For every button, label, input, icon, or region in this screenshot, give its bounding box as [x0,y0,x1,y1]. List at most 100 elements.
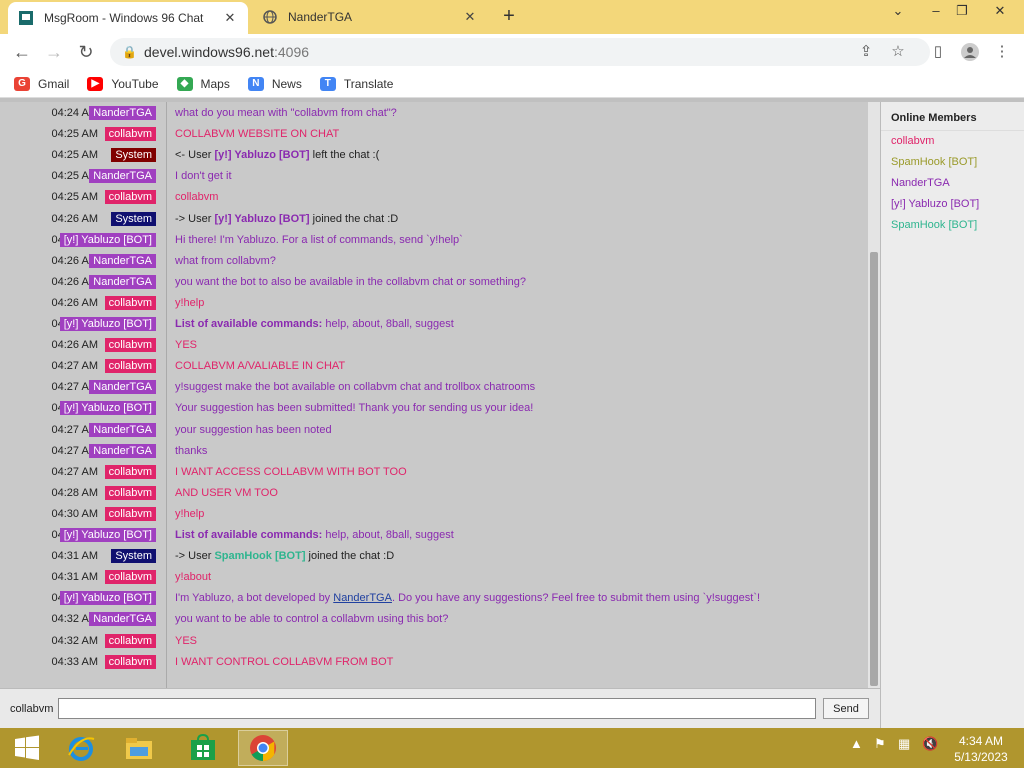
chat-message: 04:26 AM NanderTGA you want the bot to als… [0,273,868,293]
message-username-badge[interactable]: NanderTGA [89,106,156,120]
forward-arrow-icon[interactable]: → [42,40,66,64]
bookmark-star-icon[interactable]: ☆ [886,40,910,64]
menu-kebab-icon[interactable]: ⋮ [990,40,1014,64]
share-icon[interactable]: ⇪ [854,40,878,64]
network-icon[interactable]: ▦ [898,736,910,752]
message-username-badge[interactable]: collabvm [104,359,156,374]
globe-icon [262,9,278,25]
message-text: your suggestion has been noted [175,423,332,436]
message-username-badge[interactable]: collabvm [104,485,156,500]
message-username-badge[interactable]: NanderTGA [89,169,156,184]
internet-explorer-icon[interactable] [56,730,106,766]
message-username-badge[interactable]: collabvm [104,338,156,353]
online-member[interactable]: collabvm [881,131,1024,152]
chat-message: 04:30 AM collabvm y!help [0,505,868,525]
message-username-badge[interactable]: collabvm [104,570,156,585]
message-text: what from collabvm? [175,254,276,267]
online-member[interactable]: SpamHook [BOT] [881,215,1024,236]
message-username-badge[interactable]: collabvm [104,127,156,142]
message-bold-text: [y!] Yabluzo [BOT] [214,149,310,162]
nickname-label[interactable]: collabvm [10,703,53,715]
tray-overflow-chevron-icon[interactable]: ▲ [850,736,863,751]
bookmarks-bar: G Gmail ▶ YouTube ◆ Maps N News T Transl… [0,70,1024,98]
bookmark-gmail[interactable]: G Gmail [14,76,69,91]
start-windows-icon[interactable] [2,730,52,766]
message-timestamp: 04:27 AM [51,360,98,373]
message-username-badge[interactable]: collabvm [104,506,156,521]
message-bold-text: List of available commands: [175,318,323,330]
message-text: YES [175,339,198,352]
chat-message: 04:32 AM collabvm YES [0,632,868,652]
volume-muted-icon[interactable]: 🔇 [922,736,938,752]
bookmark-maps[interactable]: ◆ Maps [176,76,230,91]
message-username-badge[interactable]: NanderTGA [89,422,156,437]
tab-nandertga[interactable]: NanderTGA ✕ [252,0,488,34]
profile-avatar-icon[interactable] [958,40,982,64]
message-username-badge[interactable]: [y!] Yabluzo [BOT] [59,401,156,416]
side-panel-icon[interactable]: ▯ [926,40,950,64]
tab-msgroom[interactable]: MsgRoom - Windows 96 Chat ✕ [8,2,248,34]
message-username-badge[interactable]: [y!] Yabluzo [BOT] [59,591,156,606]
tab-search-chevron-icon[interactable]: ⌄ [878,0,918,22]
chat-log[interactable]: 04:24 AM NanderTGA what do you mean with "… [0,102,868,688]
message-username-badge[interactable]: collabvm [104,464,156,479]
reload-icon[interactable]: ↻ [74,40,98,64]
msgroom-favicon-icon [18,10,34,26]
message-text: <- User [y!] Yabluzo [BOT] left the chat… [175,149,380,162]
close-window-icon[interactable]: ✕ [980,0,1020,22]
chat-message: 04:25 AM collabvm collabvm [0,188,868,208]
message-username-badge[interactable]: System [111,549,156,564]
message-username-badge[interactable]: [y!] Yabluzo [BOT] [59,317,156,331]
bookmark-news[interactable]: N News [247,76,302,91]
online-member[interactable]: [y!] Yabluzo [BOT] [881,194,1024,215]
message-input[interactable] [58,698,816,719]
chat-message: 04:31 AM[y!] Yabluzo [BOT]I'm Yabluzo, a… [0,589,868,609]
restore-icon[interactable]: ❐ [942,0,982,22]
message-username-badge[interactable]: NanderTGA [89,253,156,268]
chat-message: 04:27 AM NanderTGA thanks [0,442,868,462]
message-username-badge[interactable]: collabvm [104,654,156,669]
bookmark-youtube[interactable]: ▶ YouTube [87,76,159,91]
message-username-badge[interactable]: System [111,211,156,226]
message-timestamp: 04:25 AM [51,149,98,162]
message-username-badge[interactable]: NanderTGA [89,380,156,395]
online-member[interactable]: NanderTGA [881,173,1024,194]
clock-time: 4:34 AM [958,734,1004,748]
system-clock[interactable]: 4:34 AM 5/13/2023 [948,733,1014,765]
address-bar[interactable]: 🔒 devel.windows96.net:4096 [110,38,930,66]
chrome-icon[interactable] [238,730,288,766]
message-username-badge[interactable]: NanderTGA [89,443,156,458]
message-username-badge[interactable]: [y!] Yabluzo [BOT] [59,232,156,247]
close-tab-icon[interactable]: ✕ [462,9,478,25]
youtube-icon: ▶ [87,76,104,91]
message-username-badge[interactable]: [y!] Yabluzo [BOT] [59,528,156,542]
send-button[interactable]: Send [823,698,869,719]
message-text: Your suggestion has been submitted! Than… [175,402,534,415]
bookmark-translate[interactable]: T Translate [319,76,394,91]
message-composer: collabvm Send [0,688,880,728]
new-tab-plus-icon[interactable]: + [498,6,520,28]
action-center-flag-icon[interactable]: ⚑ [874,736,886,752]
close-tab-icon[interactable]: ✕ [222,10,238,26]
message-username-badge[interactable]: collabvm [104,295,156,310]
message-username-badge[interactable]: collabvm [104,633,156,648]
chat-message: 04:26 AM collabvm YES [0,336,868,356]
chat-scrollbar-thumb[interactable] [870,252,878,686]
online-members-panel: Online Members collabvm SpamHook [BOT] Nan… [880,102,1024,728]
message-username-badge[interactable]: NanderTGA [89,274,156,289]
chat-message: 04:26 AM[y!] Yabluzo [BOT]List of availa… [0,315,868,335]
message-username-badge[interactable]: collabvm [104,190,156,205]
store-icon[interactable] [178,730,228,766]
online-member[interactable]: SpamHook [BOT] [881,152,1024,173]
message-timestamp: 04:33 AM [51,655,98,668]
message-link[interactable]: NanderTGA [333,592,392,604]
bookmark-label: Translate [343,76,394,91]
message-username-badge[interactable]: NanderTGA [89,612,156,627]
back-arrow-icon[interactable]: ← [10,40,34,64]
chat-message: 04:33 AM collabvm I WANT CONTROL COLLABVM … [0,653,868,673]
message-timestamp: 04:25 AM [51,191,98,204]
message-username-badge[interactable]: System [111,148,156,163]
file-explorer-icon[interactable] [114,730,164,766]
message-text: thanks [175,444,208,457]
message-text: y!about [175,571,212,584]
